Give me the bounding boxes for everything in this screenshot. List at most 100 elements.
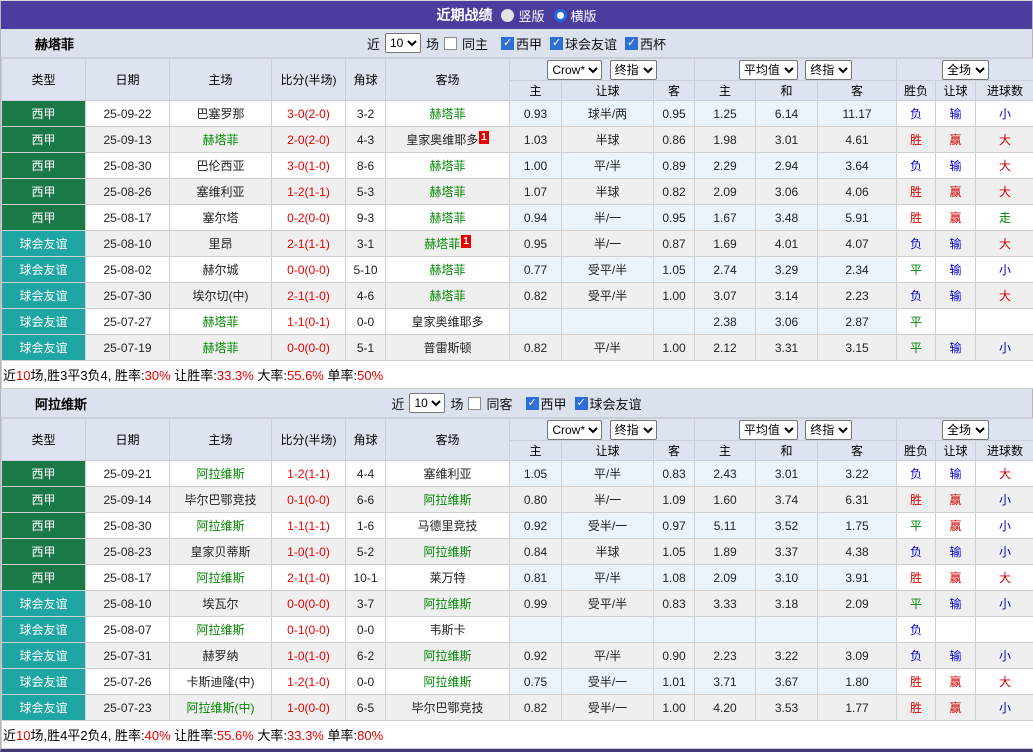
home-team[interactable]: 塞维利亚 [196,185,244,199]
home-team-cell: 赫尔城 [170,257,272,283]
same-venue-label: 同主 [462,34,488,53]
home-team[interactable]: 赫塔菲 [202,315,238,329]
home-team[interactable]: 阿拉维斯 [196,519,244,533]
away-team-cell: 皇家奥维耶多1 [386,127,510,153]
scope-select[interactable]: 全场 [942,60,989,80]
home-team[interactable]: 里昂 [208,237,232,251]
league-checkbox[interactable] [575,397,588,410]
crow-provider-select[interactable]: Crow* [547,420,602,440]
result-value: 输 [936,591,976,617]
away-team[interactable]: 阿拉维斯 [423,649,471,663]
home-team[interactable]: 皇家贝蒂斯 [190,545,250,559]
away-team[interactable]: 赫塔菲 [429,159,465,173]
same-venue-checkbox[interactable] [468,397,481,410]
league-checkbox[interactable] [526,397,539,410]
layout-radio-vertical[interactable]: 竖版 [501,6,544,25]
corner-score: 0-0 [346,669,386,695]
away-team[interactable]: 赫塔菲 [429,289,465,303]
away-team[interactable]: 皇家奥维耶多 [406,133,478,147]
match-date: 25-08-07 [86,617,170,643]
away-team[interactable]: 赫塔菲 [429,211,465,225]
odds-value: 2.38 [695,309,756,335]
match-row: 西甲25-09-21阿拉维斯1-2(1-1)4-4塞维利亚1.05平/半0.83… [2,461,1033,487]
odds-value: 1.75 [818,513,897,539]
recent-count-select[interactable]: 10 [409,393,445,413]
avg-stage-select[interactable]: 终指 [805,60,852,80]
league-checkbox[interactable] [625,37,638,50]
odds-value: 4.38 [818,539,897,565]
avg-provider-select[interactable]: 平均值 [739,420,798,440]
vertical-radio-icon[interactable] [501,9,514,22]
home-team[interactable]: 阿拉维斯 [196,467,244,481]
same-venue-checkbox[interactable] [444,37,457,50]
odds-value [562,309,654,335]
odds-value: 3.48 [756,205,818,231]
away-team-cell: 皇家奥维耶多 [386,309,510,335]
result-value: 输 [936,335,976,361]
home-team[interactable]: 塞尔塔 [202,211,238,225]
away-team[interactable]: 阿拉维斯 [423,597,471,611]
away-team[interactable]: 塞维利亚 [423,467,471,481]
away-team[interactable]: 赫塔菲 [429,107,465,121]
away-team[interactable]: 韦斯卡 [429,623,465,637]
away-team[interactable]: 赫塔菲 [429,263,465,277]
home-team[interactable]: 阿拉维斯 [196,571,244,585]
away-team-cell: 阿拉维斯 [386,487,510,513]
odds-value: 0.89 [654,153,695,179]
col-date: 日期 [86,59,170,101]
home-team[interactable]: 埃瓦尔 [202,597,238,611]
col-handicap-result: 让球 [936,441,976,461]
league-checkbox[interactable] [501,37,514,50]
away-team-cell: 塞维利亚 [386,461,510,487]
crow-stage-select[interactable]: 终指 [610,60,657,80]
col-crow-away: 客 [654,81,695,101]
corner-score: 10-1 [346,565,386,591]
odds-value: 1.60 [695,487,756,513]
crow-provider-select[interactable]: Crow* [547,60,602,80]
odds-value: 3.14 [756,283,818,309]
away-team[interactable]: 赫塔菲 [424,237,460,251]
team-name: 阿拉维斯 [35,394,87,413]
away-team[interactable]: 皇家奥维耶多 [411,315,483,329]
away-team[interactable]: 赫塔菲 [429,185,465,199]
match-date: 25-07-30 [86,283,170,309]
home-team[interactable]: 赫罗纳 [202,649,238,663]
home-team[interactable]: 卡斯迪隆(中) [187,675,255,689]
odds-value: 受平/半 [562,591,654,617]
home-team-cell: 阿拉维斯 [170,461,272,487]
recent-count-select[interactable]: 10 [385,33,421,53]
home-team[interactable]: 埃尔切(中) [193,289,249,303]
odds-value [510,617,562,643]
league-checkbox[interactable] [550,37,563,50]
away-team[interactable]: 莱万特 [429,571,465,585]
odds-value [654,617,695,643]
home-team[interactable]: 赫塔菲 [202,133,238,147]
away-team[interactable]: 马德里竞技 [417,519,477,533]
home-team[interactable]: 巴伦西亚 [196,159,244,173]
horizontal-radio-icon[interactable] [554,9,567,22]
league-checkbox-label: 西甲 [516,34,542,53]
odds-value: 1.03 [510,127,562,153]
away-team[interactable]: 阿拉维斯 [423,675,471,689]
home-team[interactable]: 毕尔巴鄂竞技 [184,493,256,507]
odds-value: 球半/两 [562,101,654,127]
home-team[interactable]: 阿拉维斯 [196,623,244,637]
col-avg-home: 主 [695,441,756,461]
away-team[interactable]: 阿拉维斯 [423,545,471,559]
away-team[interactable]: 毕尔巴鄂竞技 [411,701,483,715]
layout-radio-horizontal[interactable]: 横版 [554,6,597,25]
home-team[interactable]: 巴塞罗那 [196,107,244,121]
result-value: 大 [976,565,1033,591]
avg-provider-select[interactable]: 平均值 [739,60,798,80]
match-score: 0-1(0-0) [272,617,346,643]
scope-select[interactable]: 全场 [942,420,989,440]
away-team[interactable]: 阿拉维斯 [423,493,471,507]
away-team[interactable]: 普雷斯顿 [423,341,471,355]
crow-stage-select[interactable]: 终指 [610,420,657,440]
home-team[interactable]: 阿拉维斯(中) [187,701,255,715]
home-team[interactable]: 赫尔城 [202,263,238,277]
result-value [936,309,976,335]
home-team[interactable]: 赫塔菲 [202,341,238,355]
avg-stage-select[interactable]: 终指 [805,420,852,440]
odds-value: 3.01 [756,461,818,487]
